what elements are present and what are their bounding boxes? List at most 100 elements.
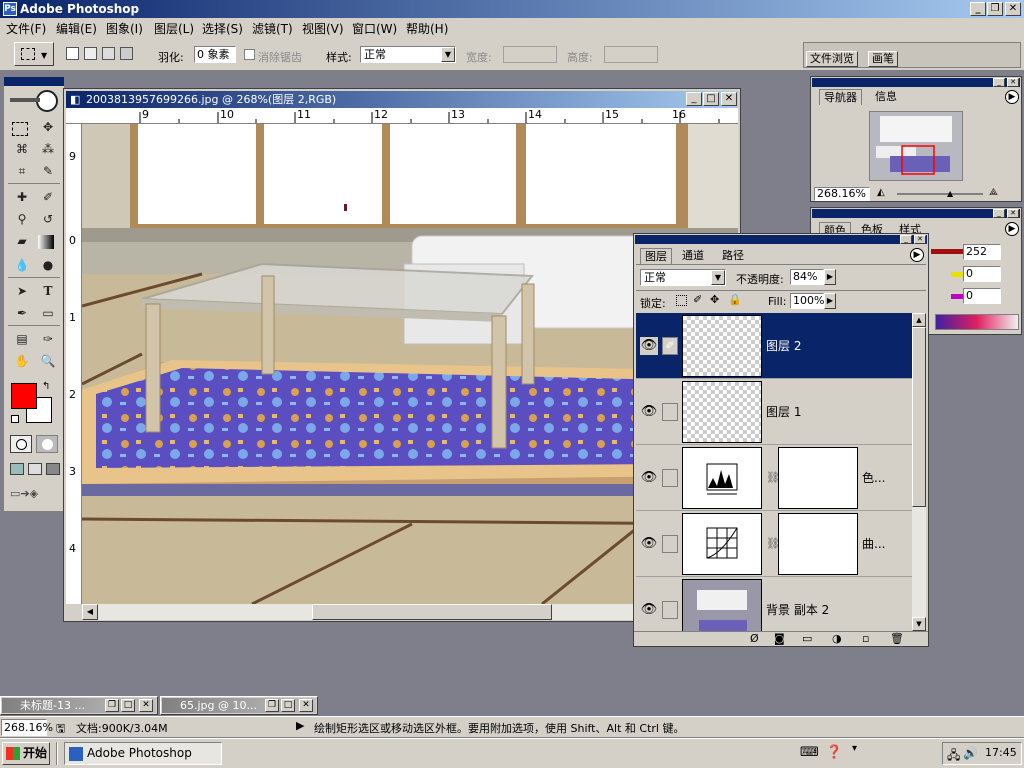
tray-arrow-icon[interactable]: ▾: [852, 743, 857, 754]
brush-tool-icon[interactable]: ✐: [38, 187, 58, 207]
layer-row-layer-2[interactable]: 👁 ✐ 图层 2: [636, 313, 912, 379]
foreground-color-front[interactable]: [11, 383, 37, 409]
brush-link-icon[interactable]: ✐: [662, 337, 678, 355]
doc-minimize-button[interactable]: _: [686, 92, 702, 106]
menu-window[interactable]: 窗口(W): [352, 20, 397, 37]
menu-view[interactable]: 视图(V): [302, 20, 344, 37]
minimize-button[interactable]: _: [970, 2, 986, 16]
zoom-out-icon[interactable]: ◭: [877, 187, 891, 201]
layer-row-hue-adjustment[interactable]: 👁 ⛓ 色...: [636, 445, 912, 511]
layer-style-icon[interactable]: Ø: [750, 632, 759, 645]
eyedropper-tool-icon[interactable]: ✑: [38, 329, 58, 349]
palette-tab-brushes[interactable]: 画笔: [868, 51, 898, 67]
style-select[interactable]: 正常 ▼: [360, 46, 456, 63]
scroll-up-arrow[interactable]: ▲: [912, 313, 926, 327]
zoom-in-icon[interactable]: ⟁: [989, 187, 1003, 201]
screen-mode-standard-icon[interactable]: [10, 463, 24, 475]
keyboard-icon[interactable]: ⌨: [800, 745, 819, 760]
marquee-tool-icon[interactable]: [12, 122, 28, 136]
new-layer-icon[interactable]: ▫: [862, 632, 869, 645]
menu-layer[interactable]: 图层(L): [154, 20, 194, 37]
red-slider[interactable]: [931, 249, 963, 254]
green-slider[interactable]: [951, 272, 963, 277]
scroll-down-arrow[interactable]: ▼: [912, 617, 926, 631]
visibility-eye-icon[interactable]: 👁: [640, 535, 658, 553]
screen-mode-full-menu-icon[interactable]: [28, 463, 42, 475]
maximize-button[interactable]: □: [121, 699, 135, 712]
color-minimize-button[interactable]: _: [993, 209, 1005, 218]
layers-scroll-thumb[interactable]: [912, 327, 926, 507]
zoom-tool-icon[interactable]: 🔍: [38, 351, 58, 371]
tool-preset-picker[interactable]: ▼: [14, 42, 54, 66]
volume-icon[interactable]: 🔊: [963, 746, 978, 760]
close-button[interactable]: ✕: [299, 699, 313, 712]
green-value-field[interactable]: 0: [963, 266, 1001, 282]
layers-scrollbar[interactable]: ▲ ▼: [912, 313, 926, 631]
visibility-eye-icon[interactable]: 👁: [640, 403, 658, 421]
standard-mode-icon[interactable]: [10, 435, 32, 453]
path-select-tool-icon[interactable]: ➤: [12, 281, 32, 301]
stamp-tool-icon[interactable]: ⚲: [12, 209, 32, 229]
layer-row-layer-1[interactable]: 👁 图层 1: [636, 379, 912, 445]
width-input[interactable]: [503, 46, 557, 63]
layer-row-background-copy-2[interactable]: 👁 背景 副本 2: [636, 577, 912, 631]
layers-minimize-button[interactable]: _: [900, 235, 912, 244]
menu-edit[interactable]: 编辑(E): [56, 20, 97, 37]
restore-button[interactable]: ❐: [265, 699, 279, 712]
color-menu-icon[interactable]: ▶: [1005, 222, 1019, 236]
dodge-tool-icon[interactable]: ●: [38, 255, 58, 275]
link-box[interactable]: [662, 601, 678, 619]
palette-tab-file-browser[interactable]: 文件浏览: [806, 51, 858, 67]
tab-navigator[interactable]: 导航器: [819, 89, 862, 105]
horizontal-scroll-thumb[interactable]: [312, 604, 552, 620]
doc-maximize-button[interactable]: □: [703, 92, 719, 106]
shape-tool-icon[interactable]: ▭: [38, 303, 58, 323]
help-icon[interactable]: ❓: [826, 745, 842, 760]
add-mask-icon[interactable]: ◙: [774, 632, 785, 645]
swap-colors-icon[interactable]: ↰: [42, 381, 50, 392]
hand-tool-icon[interactable]: ✋: [12, 351, 32, 371]
jump-to-imageready-icon[interactable]: ▭➔◈: [10, 487, 58, 503]
menu-filter[interactable]: 滤镜(T): [252, 20, 293, 37]
menu-image[interactable]: 图象(I): [106, 20, 143, 37]
scroll-left-arrow[interactable]: ◀: [82, 604, 98, 620]
gradient-tool-icon[interactable]: [38, 235, 54, 249]
quickmask-mode-icon[interactable]: [36, 435, 58, 453]
height-input[interactable]: [604, 46, 658, 63]
link-box[interactable]: [662, 403, 678, 421]
healing-brush-tool-icon[interactable]: ✚: [12, 187, 32, 207]
blue-slider[interactable]: [951, 294, 963, 299]
slider-thumb[interactable]: ▲: [947, 189, 953, 198]
tab-info[interactable]: 信息: [871, 89, 901, 105]
restore-button[interactable]: ❐: [987, 2, 1003, 16]
visibility-eye-icon[interactable]: 👁: [640, 601, 658, 619]
photoshop-eye-logo[interactable]: [6, 88, 62, 114]
default-colors-icon[interactable]: [11, 415, 19, 423]
new-selection-icon[interactable]: [66, 47, 79, 60]
opacity-input[interactable]: 84%: [790, 269, 824, 285]
navigator-menu-icon[interactable]: ▶: [1005, 90, 1019, 104]
minimized-window-untitled[interactable]: 未标题-13 ... ❐ □ ✕: [0, 696, 158, 715]
blue-value-field[interactable]: 0: [963, 288, 1001, 304]
notes-tool-icon[interactable]: ▤: [12, 329, 32, 349]
layers-menu-icon[interactable]: ▶: [910, 248, 924, 262]
close-button[interactable]: ✕: [1005, 2, 1021, 16]
trash-icon[interactable]: 🗑: [890, 632, 904, 645]
minimized-window-65jpg[interactable]: 65.jpg @ 10... ❐ □ ✕: [160, 696, 318, 715]
blur-tool-icon[interactable]: 💧: [12, 255, 32, 275]
maximize-button[interactable]: □: [281, 699, 295, 712]
new-set-icon[interactable]: ▭: [802, 632, 812, 645]
type-tool-icon[interactable]: T: [38, 281, 58, 301]
feather-input[interactable]: 0 象素: [194, 46, 236, 63]
lock-paint-icon[interactable]: ✐: [693, 293, 702, 306]
opacity-slider-arrow[interactable]: ▶: [824, 269, 836, 285]
doc-close-button[interactable]: ✕: [721, 92, 737, 106]
network-icon[interactable]: 🖧: [947, 746, 960, 767]
menu-help[interactable]: 帮助(H): [406, 20, 448, 37]
visibility-eye-icon[interactable]: 👁: [640, 469, 658, 487]
navigator-zoom-field[interactable]: 268.16%: [814, 187, 870, 201]
menu-select[interactable]: 选择(S): [202, 20, 243, 37]
link-box[interactable]: [662, 535, 678, 553]
lasso-tool-icon[interactable]: ⌘: [12, 139, 32, 159]
eraser-tool-icon[interactable]: ▰: [12, 231, 32, 251]
